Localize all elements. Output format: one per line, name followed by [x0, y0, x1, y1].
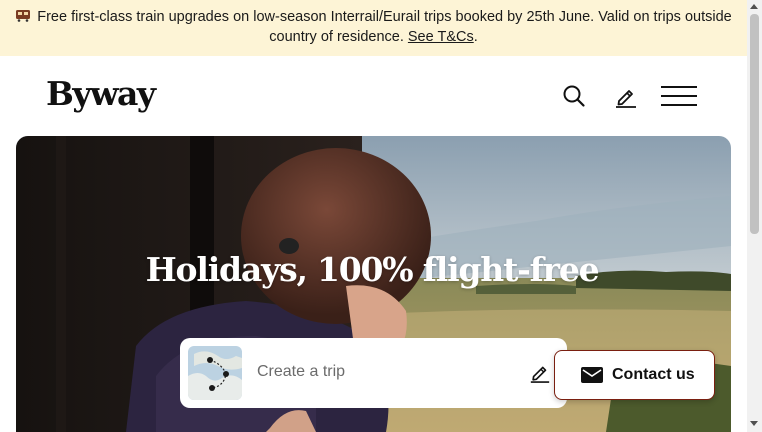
- byway-logo[interactable]: Byway: [46, 74, 156, 113]
- menu-icon[interactable]: [660, 85, 698, 107]
- hero-title: Holidays, 100% flight-free: [145, 250, 600, 289]
- terms-link[interactable]: See T&Cs: [408, 29, 474, 45]
- create-trip-input[interactable]: Create a trip: [180, 338, 567, 408]
- route-map-thumbnail: [188, 346, 242, 400]
- contact-us-label: Contact us: [612, 366, 695, 383]
- envelope-icon: [581, 367, 603, 383]
- pencil-icon[interactable]: [529, 361, 551, 383]
- banner-text: Free first-class train upgrades on low-s…: [37, 9, 732, 45]
- promo-banner: Free first-class train upgrades on low-s…: [0, 0, 747, 56]
- site-header: Byway: [0, 56, 747, 136]
- search-icon[interactable]: [562, 84, 586, 108]
- train-icon: [16, 10, 31, 22]
- scroll-up-arrow[interactable]: [750, 4, 758, 9]
- scrollbar-thumb[interactable]: [750, 14, 759, 234]
- scroll-down-arrow[interactable]: [750, 421, 758, 426]
- pencil-icon[interactable]: [614, 84, 638, 108]
- contact-us-button[interactable]: Contact us: [554, 350, 715, 400]
- trip-placeholder: Create a trip: [257, 363, 346, 380]
- scrollbar[interactable]: [747, 0, 762, 432]
- banner-suffix: .: [473, 29, 478, 45]
